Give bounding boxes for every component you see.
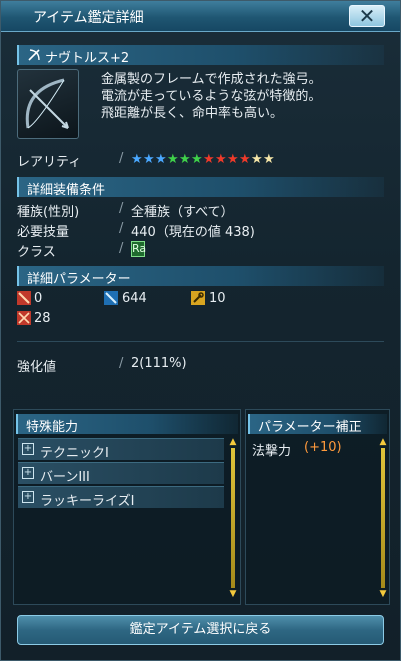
rarity-star-icon: ★ xyxy=(143,152,155,167)
scrollbar[interactable]: ▲ ▼ xyxy=(378,438,388,599)
race-value: 全種族（すべて） xyxy=(131,205,234,220)
rarity-star-icon: ★ xyxy=(167,152,179,167)
separator: / xyxy=(119,151,124,166)
wrench-icon xyxy=(191,291,205,305)
special-abilities-panel: 特殊能力 + テクニックI + バーンIII + ラッキーライズI ▲ ▼ xyxy=(13,409,241,605)
race-label: 種族(性別) xyxy=(17,205,80,220)
param-value: 0 xyxy=(34,291,43,306)
rarity-stars: ★★★★★★★★★★★★ xyxy=(131,152,275,167)
expand-icon: + xyxy=(22,491,34,503)
param-bonus-header: パラメーター補正 xyxy=(248,414,387,435)
ranged-attack-icon xyxy=(104,291,118,305)
description-line: 電流が走っているような弦が特徴的。 xyxy=(101,89,322,104)
rarity-star-icon: ★ xyxy=(215,152,227,167)
separator: / xyxy=(119,241,124,256)
title-bar: アイテム鑑定詳細 ✕ xyxy=(1,1,400,32)
rarity-star-icon: ★ xyxy=(191,152,203,167)
list-item[interactable]: + テクニックI xyxy=(18,438,224,461)
separator: / xyxy=(119,221,124,236)
requirements-header: 詳細装備条件 xyxy=(17,177,384,198)
scroll-down-icon[interactable]: ▼ xyxy=(228,590,238,599)
list-item[interactable]: + バーンIII xyxy=(18,462,224,485)
param-value: 10 xyxy=(209,291,226,306)
sword-attack-icon xyxy=(17,291,31,305)
parameters-header: 詳細パラメーター xyxy=(17,266,384,287)
ability-name: テクニックI xyxy=(40,446,109,461)
expand-icon: + xyxy=(22,443,34,455)
ranger-class-icon: Ra xyxy=(131,241,147,257)
param-value: 28 xyxy=(34,311,51,326)
rarity-star-icon: ★ xyxy=(263,152,275,167)
separator: / xyxy=(119,356,124,371)
window-title: アイテム鑑定詳細 xyxy=(33,10,144,26)
rarity-star-icon: ★ xyxy=(239,152,251,167)
description-line: 金属製のフレームで作成された強弓。 xyxy=(101,72,322,87)
scroll-track[interactable] xyxy=(231,448,235,588)
scrollbar[interactable]: ▲ ▼ xyxy=(228,438,238,599)
item-name-bar: ナヴトルス+2 xyxy=(17,45,384,66)
close-button[interactable]: ✕ xyxy=(349,5,385,27)
bonus-label: 法撃力 xyxy=(252,444,292,459)
scroll-up-icon[interactable]: ▲ xyxy=(228,438,238,447)
rarity-star-icon: ★ xyxy=(131,152,143,167)
rarity-star-icon: ★ xyxy=(227,152,239,167)
skill-value: 440（現在の値 438) xyxy=(131,225,255,240)
rarity-star-icon: ★ xyxy=(155,152,167,167)
scroll-track[interactable] xyxy=(381,448,385,588)
item-name: ナヴトルス+2 xyxy=(45,51,130,66)
requirements-title: 詳細装備条件 xyxy=(27,183,106,198)
rarity-label: レアリティ xyxy=(17,155,82,170)
close-icon: ✕ xyxy=(358,4,376,28)
rarity-star-icon: ★ xyxy=(203,152,215,167)
divider xyxy=(17,341,384,342)
description-line: 飛距離が長く、命中率も高い。 xyxy=(101,106,284,121)
item-appraisal-window: アイテム鑑定詳細 ✕ ナヴトルス+2 金属製のフレームで作成された強弓。 電流が… xyxy=(0,0,401,661)
param-value: 644 xyxy=(122,291,147,306)
bow-type-icon xyxy=(27,48,41,62)
expand-icon: + xyxy=(22,467,34,479)
special-title: 特殊能力 xyxy=(26,420,79,435)
ability-name: バーンIII xyxy=(40,470,90,485)
bow-icon xyxy=(17,69,79,139)
rarity-star-icon: ★ xyxy=(179,152,191,167)
special-header: 特殊能力 xyxy=(16,414,238,435)
scroll-up-icon[interactable]: ▲ xyxy=(378,438,388,447)
list-item[interactable]: + ラッキーライズI xyxy=(18,486,224,509)
enhance-label: 強化値 xyxy=(17,360,57,375)
skill-label: 必要技量 xyxy=(17,225,70,240)
ability-name: ラッキーライズI xyxy=(40,494,135,509)
class-label: クラス xyxy=(17,245,56,260)
return-to-selection-button[interactable]: 鑑定アイテム選択に戻る xyxy=(17,615,384,645)
param-bonus-title: パラメーター補正 xyxy=(258,420,362,435)
scroll-down-icon[interactable]: ▼ xyxy=(378,590,388,599)
bonus-value: (+10) xyxy=(304,440,342,455)
separator: / xyxy=(119,201,124,216)
parameters-title: 詳細パラメーター xyxy=(27,272,131,287)
item-description: 金属製のフレームで作成された強弓。 電流が走っているような弦が特徴的。 飛距離が… xyxy=(101,71,322,122)
technique-attack-icon xyxy=(17,311,31,325)
rarity-star-icon: ★ xyxy=(251,152,263,167)
param-bonus-panel: パラメーター補正 法撃力 (+10) ▲ ▼ xyxy=(245,409,390,605)
enhance-value: 2(111%) xyxy=(131,356,187,371)
